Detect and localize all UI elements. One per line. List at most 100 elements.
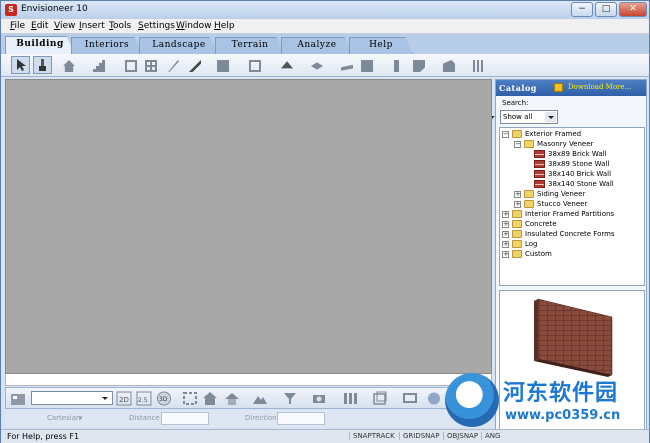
railing-tool-button[interactable] [469, 56, 488, 74]
frame-tool-button[interactable] [245, 56, 264, 74]
camera-icon[interactable] [312, 391, 328, 406]
floor-tool-button[interactable] [307, 56, 326, 74]
foundation-tool-button[interactable] [357, 56, 376, 74]
menu-help[interactable]: Help [214, 21, 235, 31]
elevation-view-icon[interactable]: 2.5 [136, 391, 152, 406]
expand-icon[interactable]: + [502, 211, 509, 218]
grid-window-tool-button[interactable] [141, 56, 160, 74]
chevron-down-icon[interactable]: ▾ [79, 414, 83, 422]
minimize-button[interactable]: − [571, 2, 593, 17]
status-snaptrack[interactable]: SNAPTRACK [349, 432, 395, 440]
tree-node-stucco-veneer[interactable]: + Stucco Veneer [514, 199, 642, 209]
door-icon [168, 60, 179, 72]
wall-tool-button[interactable] [185, 56, 204, 74]
expand-icon[interactable]: + [514, 201, 521, 208]
menu-edit[interactable]: Edit [31, 21, 48, 31]
menu-window[interactable]: Window [176, 21, 212, 31]
collapse-icon[interactable]: − [502, 131, 509, 138]
door-tool-button[interactable] [163, 56, 182, 74]
chevron-down-icon[interactable] [545, 112, 556, 122]
tab-building[interactable]: Building [5, 36, 75, 54]
folder-icon [512, 230, 522, 238]
expand-icon[interactable]: + [502, 241, 509, 248]
collapse-icon[interactable]: − [514, 141, 521, 148]
railing-icon [473, 60, 485, 72]
slab-tool-button[interactable] [337, 56, 356, 74]
menu-tools[interactable]: Tools [109, 21, 131, 31]
2d-view-icon[interactable]: 2D [116, 391, 132, 406]
tab-landscape[interactable]: Landscape [139, 37, 219, 54]
3d-view-icon[interactable]: 3D [156, 391, 172, 406]
download-icon[interactable] [554, 83, 563, 92]
tree-node-exterior-framed[interactable]: − Exterior Framed [502, 129, 642, 139]
roof-icon [281, 61, 293, 69]
tab-interiors[interactable]: Interiors [71, 37, 143, 54]
globe-icon[interactable] [426, 391, 442, 406]
search-filter-value: Show all [503, 113, 533, 121]
direction-field[interactable] [277, 412, 325, 425]
tab-terrain[interactable]: Terrain [215, 37, 285, 54]
close-button[interactable]: ✕ [619, 2, 647, 17]
tree-item-38x89-stone-wall[interactable]: 38x89 Stone Wall [534, 159, 642, 169]
maximize-button[interactable]: □ [595, 2, 617, 17]
tree-node-custom[interactable]: + Custom [502, 249, 642, 259]
tree-item-38x140-stone-wall[interactable]: 38x140 Stone Wall [534, 179, 642, 189]
tab-analyze[interactable]: Analyze [281, 37, 353, 54]
walls-icon[interactable] [342, 391, 358, 406]
tree-node-log[interactable]: + Log [502, 239, 642, 249]
tree-node-interior-framed-partitions[interactable]: + Interior Framed Partitions [502, 209, 642, 219]
status-gridsnap[interactable]: GRIDSNAP [399, 432, 439, 440]
expand-icon[interactable]: + [502, 251, 509, 258]
floorplan-icon[interactable] [10, 391, 26, 406]
column-tool-button[interactable] [387, 56, 406, 74]
cabinet-icon [413, 60, 425, 72]
window-tool-button[interactable] [121, 56, 140, 74]
floor-icon [311, 62, 323, 70]
download-more-link[interactable]: Download More... [568, 83, 631, 91]
expand-icon[interactable]: + [514, 191, 521, 198]
cube-icon[interactable] [372, 391, 388, 406]
app-logo-icon[interactable]: S [5, 4, 17, 16]
tree-node-label: 38x89 Brick Wall [548, 150, 607, 158]
menu-insert[interactable]: Insert [79, 21, 105, 31]
cabinet-tool-button[interactable] [409, 56, 428, 74]
menu-settings[interactable]: Settings [138, 21, 175, 31]
watermark-url: www.pc0359.cn [505, 408, 621, 423]
tree-item-38x89-brick-wall[interactable]: 38x89 Brick Wall [534, 149, 642, 159]
tree-item-38x140-brick-wall[interactable]: 38x140 Brick Wall [534, 169, 642, 179]
layer-icon[interactable] [282, 391, 298, 406]
roof-wizard-tool-button[interactable] [213, 56, 232, 74]
direction-label: Direction [245, 414, 277, 422]
coordinate-mode-label[interactable]: Cartesian [47, 414, 80, 422]
house-view-icon[interactable] [224, 391, 240, 406]
menu-file[interactable]: File [10, 21, 25, 31]
roof-tool-button[interactable] [277, 56, 296, 74]
zoom-extents-icon[interactable] [182, 391, 198, 406]
watermark-logo-icon [445, 373, 499, 427]
paint-tool-button[interactable] [33, 56, 52, 74]
tree-node-label: Masonry Veneer [537, 140, 594, 148]
tree-node-masonry-veneer[interactable]: − Masonry Veneer [514, 139, 642, 149]
select-tool-button[interactable] [11, 56, 30, 74]
title-bar: S Envisioneer 10 − □ ✕ [1, 1, 649, 19]
fence-tool-button[interactable] [439, 56, 458, 74]
folder-icon [524, 140, 534, 148]
search-filter-select[interactable]: Show all [500, 110, 558, 124]
stair-tool-button[interactable] [89, 56, 108, 74]
tree-node-concrete[interactable]: + Concrete [502, 219, 642, 229]
terrain-view-icon[interactable] [252, 391, 268, 406]
tree-node-insulated-concrete-forms[interactable]: + Insulated Concrete Forms [502, 229, 642, 239]
house-tool-button[interactable] [59, 56, 78, 74]
watermark-title: 河东软件园 [503, 381, 619, 406]
expand-icon[interactable]: + [502, 221, 509, 228]
view-select-dropdown[interactable] [31, 391, 113, 405]
home-view-icon[interactable] [202, 391, 218, 406]
display-icon[interactable] [402, 391, 418, 406]
tree-node-siding-veneer[interactable]: + Siding Veneer [514, 189, 642, 199]
tab-help[interactable]: Help [349, 37, 413, 54]
drawing-canvas[interactable] [5, 79, 492, 374]
distance-field[interactable] [161, 412, 209, 425]
canvas-scroll-strip[interactable] [5, 374, 492, 386]
expand-icon[interactable]: + [502, 231, 509, 238]
menu-view[interactable]: View [54, 21, 75, 31]
